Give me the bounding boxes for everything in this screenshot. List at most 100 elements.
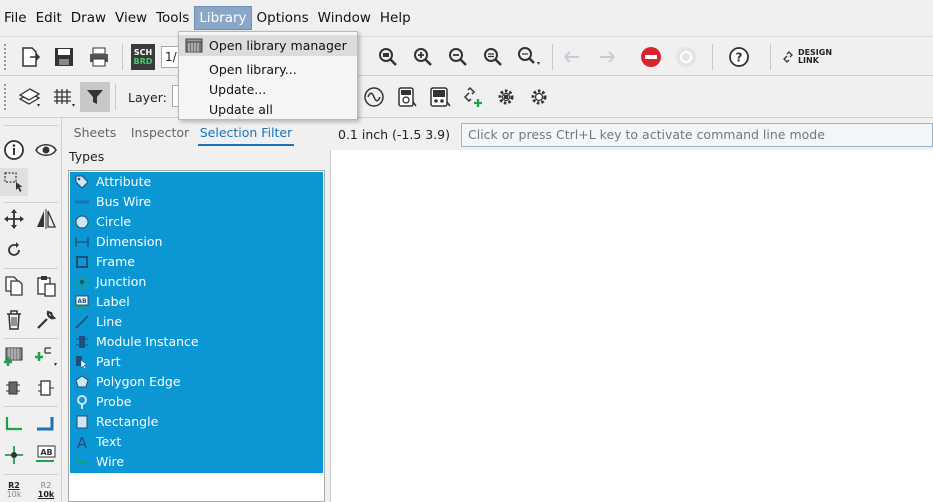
oscilloscope-button[interactable] bbox=[426, 82, 454, 112]
redo-button[interactable] bbox=[592, 43, 620, 71]
junction-icon bbox=[5, 446, 23, 464]
parameter-toolbar: Layer: bbox=[0, 76, 933, 118]
link-add-icon bbox=[463, 86, 482, 107]
export-button[interactable] bbox=[16, 43, 44, 71]
group-select-button[interactable] bbox=[0, 168, 28, 196]
menu-view[interactable]: View bbox=[111, 6, 151, 30]
toolbar-separator bbox=[4, 406, 58, 407]
list-item[interactable]: Dimension bbox=[70, 232, 323, 252]
add-part-button[interactable] bbox=[0, 342, 28, 370]
menubar: File Edit Draw View Tools Library Option… bbox=[0, 0, 933, 36]
menu-open-library-manager[interactable]: Open library manager bbox=[179, 35, 357, 56]
show-button[interactable] bbox=[32, 136, 60, 164]
paste-button[interactable] bbox=[32, 272, 60, 300]
types-list[interactable]: Attribute Bus Wire Circle Dimension Fram… bbox=[68, 170, 325, 502]
change-button[interactable] bbox=[32, 306, 60, 334]
brd-label: BRD bbox=[133, 57, 153, 66]
probe-icon bbox=[77, 395, 87, 409]
menu-update[interactable]: Update... bbox=[179, 79, 357, 100]
grid-button[interactable] bbox=[50, 82, 80, 112]
list-item[interactable]: Bus Wire bbox=[70, 192, 323, 212]
toolbar-grip[interactable] bbox=[4, 84, 8, 110]
list-item[interactable]: Line bbox=[70, 312, 323, 332]
undo-button[interactable] bbox=[559, 43, 587, 71]
command-line-input[interactable]: Click or press Ctrl+L key to activate co… bbox=[461, 123, 933, 147]
trash-icon bbox=[7, 310, 21, 330]
list-item[interactable]: Circle bbox=[70, 212, 323, 232]
zoom-select-button[interactable] bbox=[514, 43, 546, 71]
mirror-button[interactable] bbox=[32, 205, 60, 233]
bus-button[interactable] bbox=[32, 410, 60, 438]
list-item[interactable]: Attribute bbox=[70, 172, 323, 192]
zoom-last-icon bbox=[484, 48, 502, 66]
add-link-button[interactable] bbox=[459, 82, 487, 112]
erc-button[interactable] bbox=[492, 82, 520, 112]
layer-label: Layer: bbox=[128, 90, 167, 105]
name-button[interactable]: R2 10k bbox=[0, 476, 28, 502]
help-icon: ? bbox=[729, 47, 749, 67]
save-button[interactable] bbox=[50, 43, 78, 71]
label-icon: AB bbox=[36, 445, 56, 462]
toolbar-grip[interactable] bbox=[4, 44, 8, 70]
design-link-button[interactable]: DESIGN LINK bbox=[780, 45, 834, 69]
menu-draw[interactable]: Draw bbox=[67, 6, 110, 30]
list-item[interactable]: Polygon Edge bbox=[70, 372, 323, 392]
replace-button[interactable] bbox=[0, 374, 28, 402]
list-item[interactable]: Module Instance bbox=[70, 332, 323, 352]
tab-selection-filter[interactable]: Selection Filter bbox=[198, 122, 294, 146]
zoom-in-button[interactable] bbox=[409, 43, 437, 71]
menu-help[interactable]: Help bbox=[376, 6, 415, 30]
tab-inspector[interactable]: Inspector bbox=[128, 122, 192, 146]
junction-button[interactable] bbox=[0, 441, 28, 469]
menu-tools[interactable]: Tools bbox=[152, 6, 193, 30]
gate-swap-button[interactable] bbox=[32, 374, 60, 402]
drawing-canvas[interactable] bbox=[330, 118, 933, 502]
add-pin-button[interactable] bbox=[32, 342, 60, 370]
delete-button[interactable] bbox=[0, 306, 28, 334]
layer-settings-button[interactable] bbox=[14, 82, 46, 112]
rotate-button[interactable] bbox=[0, 236, 28, 264]
label-button[interactable]: AB bbox=[32, 441, 60, 469]
grid-icon bbox=[54, 89, 75, 107]
sch-brd-switch-button[interactable]: SCH BRD bbox=[131, 44, 155, 70]
go-button[interactable] bbox=[672, 43, 700, 71]
settings-button[interactable] bbox=[525, 82, 553, 112]
list-item[interactable]: Junction bbox=[70, 272, 323, 292]
print-button[interactable] bbox=[85, 43, 113, 71]
list-item-label: Junction bbox=[96, 274, 147, 289]
list-item[interactable]: Wire bbox=[70, 452, 323, 472]
copy-button[interactable] bbox=[0, 272, 28, 300]
menu-update-all[interactable]: Update all bbox=[179, 99, 357, 120]
info-button[interactable] bbox=[0, 136, 28, 164]
menu-edit[interactable]: Edit bbox=[32, 6, 66, 30]
value-button[interactable]: R2 10k bbox=[32, 476, 60, 502]
list-item[interactable]: A Text bbox=[70, 432, 323, 452]
list-item-label: Label bbox=[96, 294, 130, 309]
menu-open-library[interactable]: Open library... bbox=[179, 59, 357, 80]
menu-file[interactable]: File bbox=[0, 6, 31, 30]
list-item[interactable]: Part bbox=[70, 352, 323, 372]
list-item[interactable]: Probe bbox=[70, 392, 323, 412]
list-item[interactable]: AB Label bbox=[70, 292, 323, 312]
list-item-label: Text bbox=[96, 434, 122, 449]
list-item[interactable]: Rectangle bbox=[70, 412, 323, 432]
tab-sheets[interactable]: Sheets bbox=[68, 122, 122, 146]
side-panel: Sheets Inspector Selection Filter Types … bbox=[66, 118, 330, 502]
net-button[interactable] bbox=[0, 410, 28, 438]
zoom-out-button[interactable] bbox=[444, 43, 472, 71]
redo-icon bbox=[600, 51, 615, 63]
sine-wave-icon bbox=[364, 87, 384, 107]
zoom-last-button[interactable] bbox=[479, 43, 507, 71]
selection-filter-button[interactable] bbox=[80, 82, 110, 112]
zoom-fit-button[interactable] bbox=[374, 43, 402, 71]
multimeter-button[interactable] bbox=[393, 82, 421, 112]
menu-window[interactable]: Window bbox=[314, 6, 375, 30]
stop-button[interactable] bbox=[637, 43, 665, 71]
wire-bend-button[interactable] bbox=[360, 82, 388, 112]
move-button[interactable] bbox=[0, 205, 28, 233]
menu-library[interactable]: Library bbox=[194, 6, 252, 30]
help-button[interactable]: ? bbox=[725, 43, 753, 71]
list-item[interactable]: Frame bbox=[70, 252, 323, 272]
menu-options[interactable]: Options bbox=[253, 6, 313, 30]
svg-text:AB: AB bbox=[40, 448, 52, 457]
